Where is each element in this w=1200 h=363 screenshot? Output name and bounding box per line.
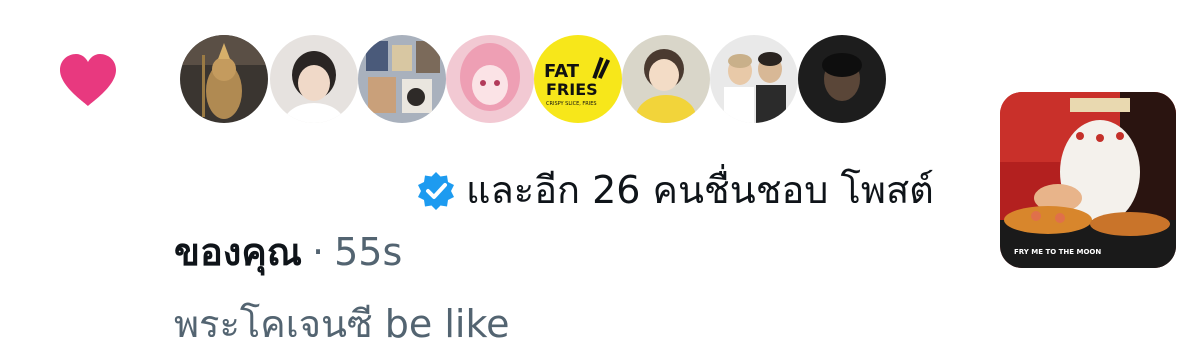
avatar[interactable] [180, 35, 268, 123]
avatar[interactable] [270, 35, 358, 123]
timestamp[interactable]: 55s [334, 230, 402, 274]
verified-badge-icon [416, 170, 456, 210]
avatar[interactable] [798, 35, 886, 123]
avatar[interactable] [622, 35, 710, 123]
owner-text: ของคุณ [174, 230, 303, 274]
owner-and-time: ของคุณ · 55s [174, 228, 402, 276]
avatar[interactable] [710, 35, 798, 123]
separator-dot: · [312, 230, 325, 274]
avatar[interactable] [446, 35, 534, 123]
heart-icon [56, 50, 120, 110]
post-thumbnail[interactable]: FRY ME TO THE MOON [1000, 92, 1176, 268]
fat-fries-logo-sub: CRISPY SLICE, FRIES [546, 101, 597, 107]
fat-fries-logo-line2: FRIES [546, 80, 598, 99]
likes-summary-text: และอีก 26 คนชื่นชอบ โพสต์ [466, 168, 934, 212]
avatar[interactable] [358, 35, 446, 123]
avatar-fat-fries[interactable]: FAT FRIES CRISPY SLICE, FRIES [534, 35, 622, 123]
post-text[interactable]: พระโคเจนซี be like [174, 300, 510, 348]
thumbnail-caption: FRY ME TO THE MOON [1014, 248, 1101, 256]
fat-fries-logo-line1: FAT [544, 61, 580, 82]
